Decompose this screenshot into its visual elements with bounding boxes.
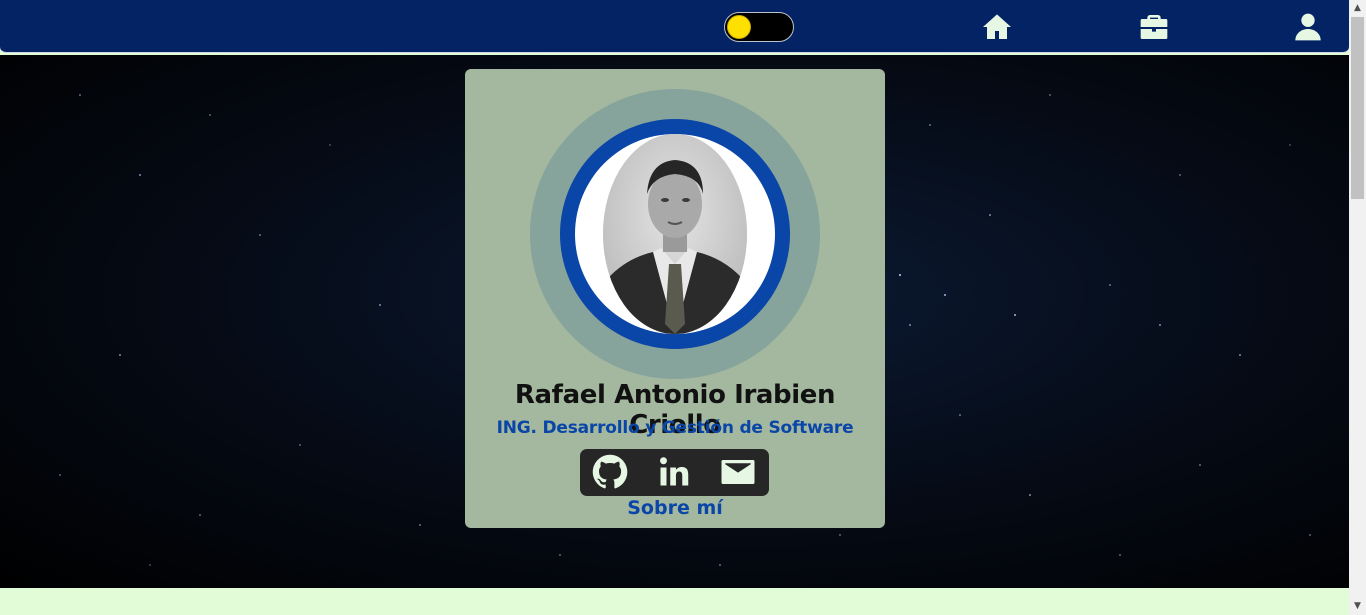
theme-toggle-knob — [727, 15, 751, 39]
scroll-down-arrow-icon[interactable]: ▼ — [1349, 598, 1366, 615]
avatar-inner-ring — [560, 119, 790, 349]
page-viewport: Rafael Antonio Irabien Criollo ING. Desa… — [0, 0, 1349, 615]
scrollbar-thumb[interactable] — [1351, 17, 1364, 199]
social-links-bar — [580, 449, 769, 496]
theme-toggle[interactable] — [724, 12, 794, 42]
user-icon[interactable] — [1291, 11, 1325, 43]
top-navbar — [0, 0, 1349, 53]
briefcase-icon[interactable] — [1137, 11, 1171, 43]
home-icon[interactable] — [980, 11, 1014, 43]
avatar-frame — [575, 134, 775, 334]
linkedin-icon[interactable] — [655, 454, 693, 490]
mail-icon[interactable] — [719, 454, 757, 490]
about-me-link[interactable]: Sobre mí — [465, 497, 885, 519]
avatar-outer-ring — [530, 89, 820, 379]
scroll-up-arrow-icon[interactable]: ▲ — [1349, 0, 1366, 17]
github-icon[interactable] — [591, 454, 629, 490]
profile-card: Rafael Antonio Irabien Criollo ING. Desa… — [465, 69, 885, 528]
avatar — [603, 134, 747, 334]
profile-title: ING. Desarrollo y Gestión de Software — [496, 418, 854, 438]
vertical-scrollbar[interactable]: ▲ ▼ — [1349, 0, 1366, 615]
